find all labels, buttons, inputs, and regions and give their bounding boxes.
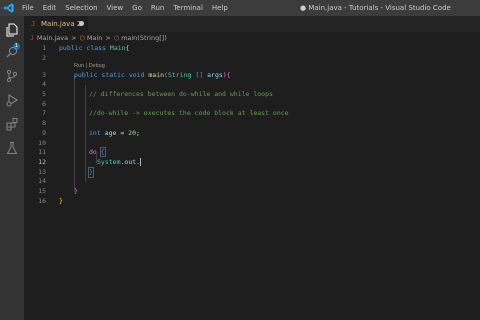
variable: args (207, 70, 223, 79)
keyword: public (74, 70, 98, 79)
line-number: 11 (38, 148, 46, 157)
menu-terminal[interactable]: Terminal (173, 4, 203, 12)
breadcrumb: J Main.java > ⬡ Main > ⬡ main(String[]) (24, 32, 480, 44)
keyword: public (59, 44, 83, 52)
breadcrumb-method[interactable]: main(String[]) (121, 34, 167, 42)
indent-guide (85, 85, 86, 182)
bracket: } (59, 196, 63, 205)
run-debug-icon[interactable] (5, 92, 19, 107)
run-debug-codelens[interactable]: Run | Debug (74, 63, 105, 69)
line-number: 8 (42, 119, 46, 128)
java-file-icon: J (31, 20, 36, 28)
title-bar: File Edit Selection View Go Run Terminal… (0, 0, 480, 16)
menu-file[interactable]: File (22, 4, 34, 12)
tab-bar: J Main.java 2 (24, 16, 480, 32)
indent-guide (74, 75, 75, 192)
operator: = (116, 128, 129, 137)
class-icon: ⬡ (79, 34, 85, 42)
java-file-icon: J (30, 34, 34, 42)
line-number: 2 (42, 53, 46, 62)
comment-line: //do-while -> executes the code block at… (89, 109, 289, 118)
breadcrumb-separator: > (71, 34, 77, 42)
bracket: } (74, 187, 78, 195)
keyword: void (128, 70, 145, 79)
search-icon[interactable] (5, 44, 19, 58)
extensions-icon[interactable] (5, 116, 19, 131)
keyword: int (89, 128, 101, 137)
line-number: 13 (38, 167, 46, 176)
keyword: do (89, 148, 97, 157)
line-number: 3 (42, 70, 46, 79)
menu-edit[interactable]: Edit (43, 4, 57, 12)
code-line: do { (89, 147, 106, 158)
code-line: int age = 20; (89, 129, 140, 139)
method-icon: ⬡ (113, 34, 120, 42)
number: 20 (128, 128, 136, 137)
bracket: { (226, 70, 231, 79)
menu-view[interactable]: View (107, 4, 124, 12)
line-number: 4 (42, 80, 46, 89)
line-number: 16 (38, 196, 46, 205)
line-number: 12 (38, 157, 46, 166)
field-name: out (124, 157, 137, 166)
code-line: System.out. (97, 157, 142, 168)
code-line: public static void main(String [] args){ (74, 71, 231, 81)
code-editor[interactable]: 1 2 3 4 5 6 7 8 9 10 11 12 13 14 15 16 R… (24, 44, 480, 320)
method-name: main (148, 70, 165, 79)
line-number: 6 (42, 99, 46, 108)
variable: age (104, 128, 117, 137)
type-name: String (167, 70, 192, 79)
class-name: System (97, 157, 121, 166)
text-cursor (140, 157, 142, 166)
bracket: } (88, 166, 94, 179)
unsaved-dot-icon[interactable] (79, 21, 84, 26)
line-number: 9 (42, 128, 46, 137)
menu-selection[interactable]: Selection (65, 4, 97, 12)
semicolon: ; (136, 128, 140, 137)
breadcrumb-file[interactable]: Main.java (37, 34, 68, 42)
tab-label: Main.java 2 (41, 20, 82, 28)
line-number: 5 (42, 90, 46, 98)
vscode-logo-icon (4, 3, 14, 13)
bracket: { (99, 147, 106, 158)
class-name: Main (109, 44, 126, 52)
breadcrumb-separator: > (105, 34, 111, 42)
menu-go[interactable]: Go (132, 4, 142, 12)
line-number: 10 (38, 138, 46, 147)
window-title: ● Main.java - Tutorials - Visual Studio … (300, 4, 451, 12)
source-control-icon[interactable] (5, 68, 19, 83)
comment-line: // differences between do-while and whil… (89, 90, 273, 98)
bracket: { (125, 44, 130, 52)
keyword: static (101, 70, 125, 79)
menu-bar: File Edit Selection View Go Run Terminal… (22, 0, 237, 16)
menu-run[interactable]: Run (151, 4, 164, 12)
line-number: 15 (38, 187, 46, 195)
testing-icon[interactable] (5, 140, 19, 154)
activity-bar: 1 (0, 16, 24, 320)
menu-help[interactable]: Help (212, 4, 228, 12)
line-number: 7 (42, 109, 46, 118)
files-icon[interactable] (5, 22, 19, 37)
code-line: public class Main{ (59, 44, 129, 54)
bracket: [] (195, 70, 204, 79)
line-number: 14 (38, 177, 46, 186)
keyword: class (86, 44, 106, 52)
breadcrumb-class[interactable]: Main (87, 34, 103, 42)
line-number: 1 (42, 44, 46, 52)
